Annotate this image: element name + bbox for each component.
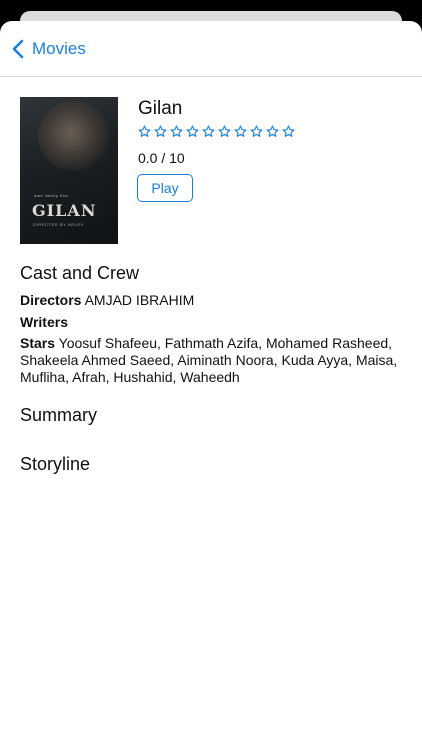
storyline-heading: Storyline bbox=[20, 454, 91, 474]
movie-detail-sheet: Movies ame family film GILAN DIRECTED BY… bbox=[0, 21, 422, 750]
app-screen: Movies ame family film GILAN DIRECTED BY… bbox=[0, 0, 422, 750]
back-button-label: Movies bbox=[32, 39, 86, 58]
navigation-bar: Movies bbox=[0, 21, 422, 77]
star-icon[interactable] bbox=[250, 125, 263, 138]
stars-value: Yoosuf Shafeeu, Fathmath Azifa, Mohamed … bbox=[20, 335, 398, 385]
poster-artwork bbox=[38, 101, 110, 171]
movie-poster: ame family film GILAN DIRECTED BY ARLEY bbox=[20, 97, 118, 244]
directors-row: Directors AMJAD IBRAHIM bbox=[20, 292, 405, 309]
poster-credit: DIRECTED BY ARLEY bbox=[33, 222, 85, 227]
star-rating[interactable] bbox=[138, 125, 295, 138]
cast-and-crew-heading: Cast and Crew bbox=[20, 263, 140, 283]
star-icon[interactable] bbox=[170, 125, 183, 138]
directors-label: Directors bbox=[20, 292, 82, 308]
poster-tagline: ame family film bbox=[34, 193, 69, 198]
star-icon[interactable] bbox=[186, 125, 199, 138]
star-icon[interactable] bbox=[218, 125, 231, 138]
chevron-left-icon bbox=[12, 39, 24, 59]
back-button[interactable]: Movies bbox=[12, 35, 86, 63]
directors-value: AMJAD IBRAHIM bbox=[84, 292, 195, 308]
stars-label: Stars bbox=[20, 335, 56, 351]
star-icon[interactable] bbox=[202, 125, 215, 138]
star-icon[interactable] bbox=[154, 125, 167, 138]
play-button[interactable]: Play bbox=[137, 174, 193, 202]
summary-heading: Summary bbox=[20, 405, 98, 425]
star-icon[interactable] bbox=[282, 125, 295, 138]
star-icon[interactable] bbox=[138, 125, 151, 138]
stars-row: Stars Yoosuf Shafeeu, Fathmath Azifa, Mo… bbox=[20, 335, 405, 386]
poster-title: GILAN bbox=[32, 201, 97, 220]
movie-title: Gilan bbox=[138, 98, 183, 119]
rating-value: 0.0 / 10 bbox=[138, 150, 185, 166]
writers-label: Writers bbox=[20, 314, 68, 330]
star-icon[interactable] bbox=[234, 125, 247, 138]
star-icon[interactable] bbox=[266, 125, 279, 138]
writers-row: Writers bbox=[20, 314, 405, 331]
